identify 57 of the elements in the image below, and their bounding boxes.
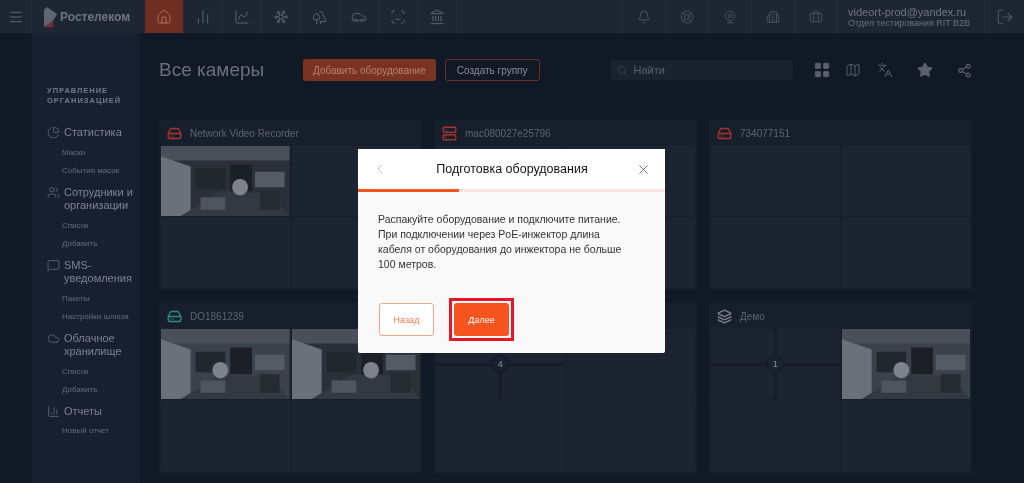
search-field[interactable]: Найти (631, 63, 782, 77)
map-icon[interactable] (844, 62, 861, 78)
logout-icon[interactable] (995, 7, 1014, 26)
building-icon[interactable] (766, 9, 780, 24)
snowflake-icon (273, 8, 289, 25)
users-icon (47, 185, 60, 199)
sidebar-item[interactable]: Список (62, 362, 140, 381)
card-title: Демо (740, 310, 765, 322)
sidebar-item[interactable]: Список (62, 216, 140, 235)
grid-view-icon[interactable] (812, 61, 831, 79)
nav-tab[interactable] (145, 0, 184, 33)
share-icon[interactable] (956, 62, 972, 78)
page-title: Все камеры (159, 59, 266, 81)
search-bar[interactable]: Найти (610, 60, 793, 80)
logo-text: Ростелеком (60, 9, 131, 24)
message-icon (47, 258, 60, 272)
translate-icon[interactable] (876, 62, 893, 78)
dialog-title: Подготовка оборудования (435, 162, 589, 176)
dialog-text: Распакуйте оборудование и подключите питание. При подключении через PoE-инжектор длина кабеля от оборудования до инжектора не больше 100 метров. (378, 212, 623, 272)
webcam-icon[interactable] (723, 9, 737, 24)
sidebar-item[interactable]: Добавить (62, 234, 140, 253)
sidebar-item[interactable]: Новый отчет (62, 422, 140, 440)
line-chart-icon (234, 8, 250, 25)
sidebar-group-title[interactable]: Сотрудники и организации (64, 185, 139, 213)
card-title: 734077151 (740, 127, 791, 139)
briefcase-icon[interactable] (809, 9, 823, 24)
user-department: Отдел тестирования RIT B2B (848, 17, 972, 28)
face-scan-icon (390, 8, 406, 25)
pie-chart-icon (47, 126, 60, 139)
sidebar-item[interactable]: Настройки шлюза (62, 307, 140, 326)
sidebar-item[interactable]: События масок (62, 161, 140, 180)
sidebar-group-title[interactable]: Облачное хранилище (64, 331, 139, 359)
user-email: videort-prod@yandex.ru (848, 5, 968, 18)
bar-chart-icon (47, 404, 60, 418)
sidebar-item[interactable]: Маски (62, 143, 140, 162)
lifebuoy-icon[interactable] (680, 9, 694, 24)
sidebar-group-title[interactable]: SMS-уведомления (64, 258, 139, 286)
add-equipment-button[interactable]: Добавить оборудование (303, 59, 436, 81)
card-title: mac080027e25796 (465, 127, 551, 139)
back-button[interactable]: Назад (379, 303, 434, 336)
card-title: Network Video Recorder (190, 127, 299, 139)
cloud-icon (47, 331, 60, 345)
card-title: DO1861239 (190, 310, 244, 322)
trees-icon (312, 8, 328, 25)
next-button[interactable]: Далее (454, 303, 509, 336)
sidebar-item[interactable]: Пакеты (62, 289, 140, 308)
bank-icon (429, 8, 445, 25)
sidebar-group-title[interactable]: Статистика (64, 126, 139, 140)
home-icon (156, 8, 172, 25)
create-group-button[interactable]: Создать группу (444, 59, 540, 81)
bar-chart-icon (195, 8, 211, 25)
bell-icon[interactable] (637, 9, 651, 24)
star-icon[interactable] (916, 62, 933, 78)
sidebar-group-title[interactable]: Отчеты (64, 404, 139, 418)
logo-icon (44, 6, 57, 27)
search-icon (616, 64, 628, 76)
sidebar-item[interactable]: Добавить (62, 380, 140, 399)
